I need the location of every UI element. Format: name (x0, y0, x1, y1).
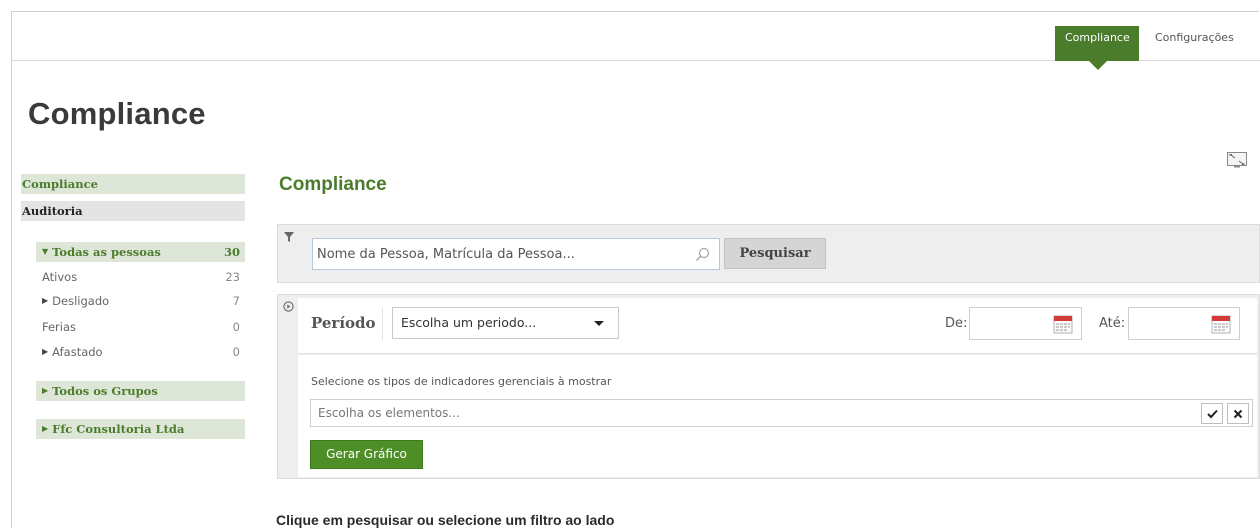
check-icon (1207, 409, 1218, 419)
period-label: Período (311, 314, 376, 332)
fullscreen-icon[interactable] (1226, 149, 1248, 171)
triangle-right-icon: ▶ (42, 347, 49, 356)
generate-chart-button[interactable]: Gerar Gráfico (310, 440, 423, 469)
filter-icon (284, 232, 294, 242)
indicators-placeholder: Escolha os elementos... (318, 406, 460, 420)
page-title: Compliance (28, 96, 206, 131)
filters-panel: Período Escolha um periodo... De: Até: S… (277, 294, 1260, 479)
caret-down-icon (594, 321, 604, 326)
list-item-desligado[interactable]: ▶ Desligado 7 (36, 291, 245, 311)
calendar-icon[interactable] (1211, 314, 1231, 334)
list-item-label: Desligado (52, 294, 110, 308)
list-item-count: 0 (232, 320, 240, 334)
clear-button[interactable] (1227, 403, 1249, 424)
group-todos-grupos[interactable]: ▶ Todos os Grupos (36, 381, 245, 401)
triangle-right-icon: ▶ (42, 296, 49, 305)
list-item-label: Ativos (42, 270, 78, 284)
search-input[interactable] (313, 239, 719, 269)
list-item-label: Ferias (42, 320, 77, 334)
date-to-label: Até: (1099, 316, 1126, 331)
section-title: Compliance (279, 174, 387, 195)
group-todas-pessoas[interactable]: ▼ Todas as pessoas 30 (36, 242, 245, 262)
group-label: Ffc Consultoria Ltda (52, 422, 185, 436)
indicators-multiselect[interactable]: Escolha os elementos... (310, 399, 1253, 427)
group-ffc-consultoria[interactable]: ▶ Ffc Consultoria Ltda (36, 419, 245, 439)
group-label: Todos os Grupos (52, 384, 158, 398)
empty-state-message: Clique em pesquisar ou selecione um filt… (276, 512, 615, 528)
list-item-count: 23 (225, 270, 240, 284)
active-tab-pointer (1089, 61, 1107, 70)
close-icon (1233, 409, 1243, 419)
list-item-afastado[interactable]: ▶ Afastado 0 (36, 342, 245, 362)
play-circle-icon[interactable] (283, 301, 294, 312)
app-frame: Compliance Configurações Compliance Comp… (11, 11, 1260, 528)
list-item-count: 7 (232, 294, 240, 308)
triangle-right-icon: ▶ (42, 385, 49, 395)
search-field (312, 238, 720, 270)
date-from-label: De: (945, 316, 968, 331)
calendar-icon[interactable] (1053, 314, 1073, 334)
divider (382, 308, 383, 340)
sidebar-item-auditoria[interactable]: Auditoria (21, 201, 245, 221)
period-select-value: Escolha um periodo... (401, 315, 537, 330)
triangle-right-icon: ▶ (42, 423, 49, 433)
search-icon[interactable] (695, 247, 710, 262)
list-item-ferias[interactable]: Ferias 0 (36, 317, 245, 337)
tab-compliance[interactable]: Compliance (1055, 26, 1139, 61)
top-navbar: Compliance Configurações (12, 12, 1260, 61)
group-count: 30 (223, 245, 240, 259)
triangle-down-icon: ▼ (42, 246, 49, 256)
period-select[interactable]: Escolha um periodo... (392, 307, 619, 339)
indicators-label: Selecione os tipos de indicadores gerenc… (311, 375, 612, 388)
period-filter-row: Período Escolha um periodo... De: Até: (298, 298, 1257, 354)
group-label: Todas as pessoas (52, 245, 161, 259)
confirm-button[interactable] (1201, 403, 1223, 424)
list-item-ativos[interactable]: Ativos 23 (36, 267, 245, 287)
search-button[interactable]: Pesquisar (724, 238, 826, 269)
sidebar-item-compliance[interactable]: Compliance (21, 174, 245, 194)
list-item-count: 0 (232, 345, 240, 359)
tab-configuracoes[interactable]: Configurações (1145, 26, 1245, 61)
indicators-section: Selecione os tipos de indicadores gerenc… (298, 355, 1257, 477)
date-from-field[interactable] (969, 307, 1082, 340)
list-item-label: Afastado (52, 345, 103, 359)
date-to-field[interactable] (1128, 307, 1240, 340)
search-panel: Pesquisar (277, 224, 1260, 283)
